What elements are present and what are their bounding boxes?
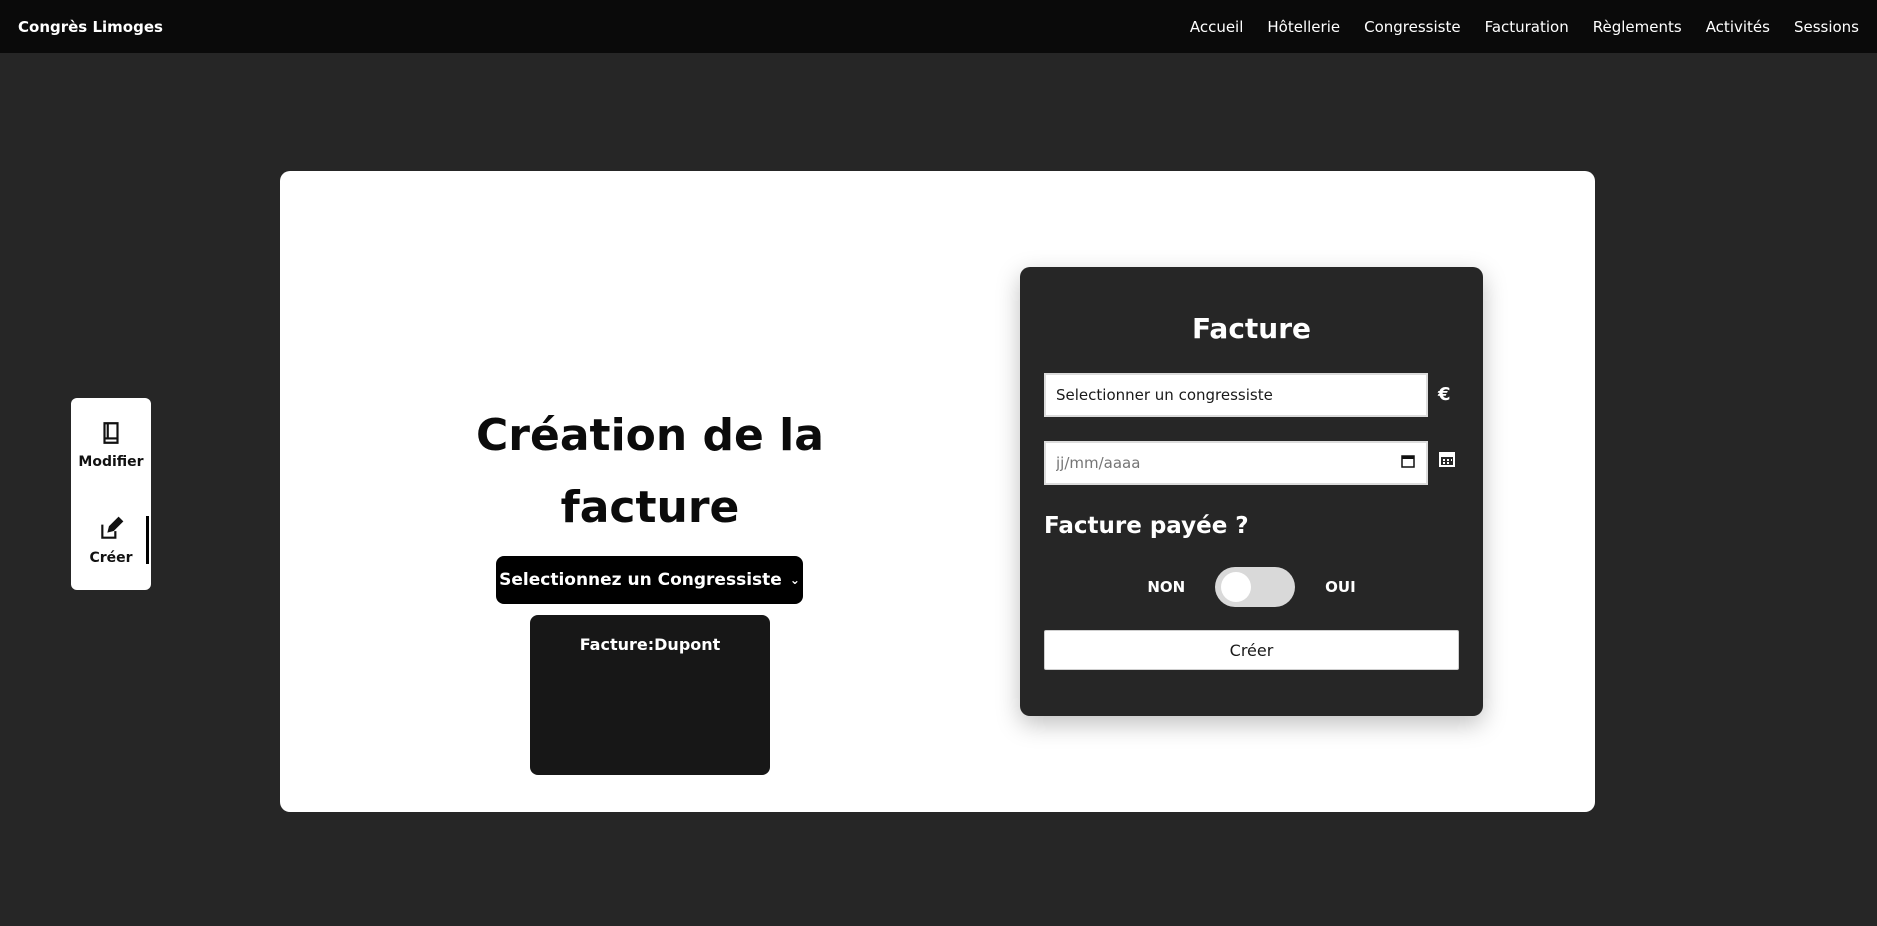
invoice-preview-card[interactable]: Facture:Dupont — [530, 615, 770, 775]
nav-facturation[interactable]: Facturation — [1485, 18, 1569, 36]
congressiste-select-value: Selectionner un congressiste — [1056, 386, 1273, 404]
create-button[interactable]: Créer — [1044, 630, 1459, 670]
book-icon — [98, 420, 124, 450]
nav-reglements[interactable]: Règlements — [1593, 18, 1682, 36]
nav-accueil[interactable]: Accueil — [1190, 18, 1244, 36]
chevron-down-icon: ⌄ — [789, 573, 800, 587]
side-item-label: Créer — [89, 550, 133, 566]
date-field[interactable] — [1044, 441, 1428, 485]
select-congressiste-label: Selectionnez un Congressiste — [499, 570, 782, 590]
nav-congressiste[interactable]: Congressiste — [1364, 18, 1460, 36]
nav-sessions[interactable]: Sessions — [1794, 18, 1859, 36]
invoice-preview-title: Facture:Dupont — [579, 635, 721, 654]
toggle-label-oui: OUI — [1325, 578, 1356, 596]
side-item-modifier[interactable]: Modifier — [71, 410, 151, 480]
toggle-label-non: NON — [1147, 578, 1186, 596]
page-title-line1: Création de la — [476, 410, 824, 461]
date-input[interactable] — [1056, 454, 1400, 472]
toggle-knob — [1221, 572, 1252, 602]
facture-form: Facture Selectionner un congressiste € F… — [1020, 267, 1483, 716]
form-title: Facture — [1191, 312, 1312, 345]
calendar-icon — [1438, 450, 1456, 468]
page-title: Création de la facture — [470, 400, 830, 544]
side-item-creer[interactable]: Créer — [71, 506, 151, 576]
main-nav: Accueil Hôtellerie Congressiste Facturat… — [1166, 18, 1859, 36]
side-item-label: Modifier — [78, 454, 144, 470]
top-navigation: Congrès Limoges Accueil Hôtellerie Congr… — [0, 0, 1877, 53]
nav-activites[interactable]: Activités — [1706, 18, 1770, 36]
congressiste-select-field[interactable]: Selectionner un congressiste — [1044, 373, 1428, 417]
date-picker-icon[interactable] — [1400, 453, 1416, 473]
paid-question: Facture payée ? — [1044, 513, 1249, 539]
page-title-line2: facture — [560, 482, 740, 533]
brand-logo[interactable]: Congrès Limoges — [18, 18, 163, 36]
paid-toggle[interactable] — [1215, 567, 1296, 607]
euro-icon: € — [1438, 384, 1451, 405]
select-congressiste-button[interactable]: Selectionnez un Congressiste ⌄ — [496, 556, 803, 604]
edit-icon — [98, 516, 124, 546]
paid-toggle-row: NON OUI — [1020, 567, 1483, 607]
side-action-menu: Modifier Créer — [71, 398, 151, 590]
nav-hotellerie[interactable]: Hôtellerie — [1267, 18, 1340, 36]
